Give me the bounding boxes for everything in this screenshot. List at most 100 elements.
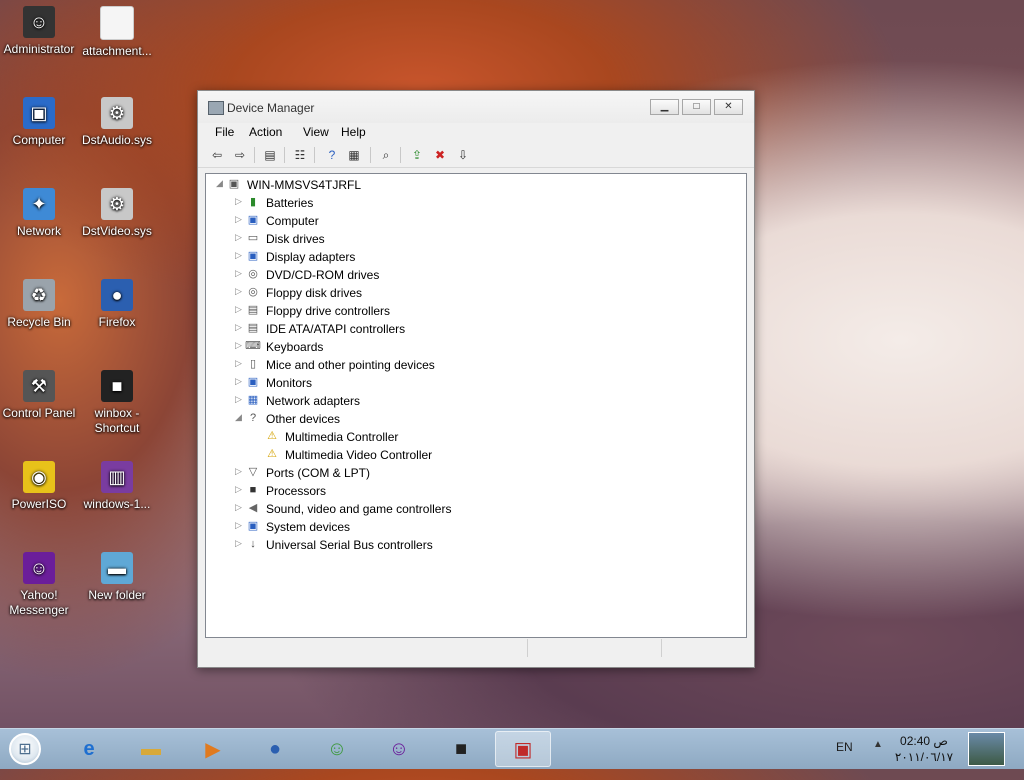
collapsed-arrow-icon[interactable]: ▷ bbox=[235, 250, 243, 261]
port-icon: ▽ bbox=[248, 466, 258, 478]
winbox-icon: ■ bbox=[454, 737, 468, 760]
windows-logo-icon: ⊞ bbox=[9, 733, 41, 765]
disable-device-icon[interactable]: ⇩ bbox=[455, 147, 471, 163]
toolbar: ⇦ ⇨ ▤ ☷ ? ▦ ⌕ ⇪ ✖ ⇩ bbox=[198, 143, 754, 168]
action-pane-icon[interactable]: ▦ bbox=[346, 147, 362, 163]
desktop-icon-new-folder[interactable]: ▬ New folder bbox=[78, 552, 156, 603]
desktop-icon-label: windows-1... bbox=[83, 497, 151, 511]
clock[interactable]: 02:40 ص ٢٠١١/٠٦/١٧ bbox=[884, 733, 964, 765]
show-hide-console-tree-icon[interactable]: ▤ bbox=[262, 147, 278, 163]
forward-arrow-icon[interactable]: ⇨ bbox=[232, 147, 248, 163]
help-icon[interactable]: ? bbox=[324, 147, 340, 163]
menu-action[interactable]: Action bbox=[249, 125, 282, 139]
collapsed-arrow-icon[interactable]: ▷ bbox=[235, 502, 243, 513]
tree-item-label: Display adapters bbox=[266, 250, 356, 264]
properties-icon[interactable]: ☷ bbox=[292, 147, 308, 163]
tree-item-label: Mice and other pointing devices bbox=[266, 358, 435, 372]
scan-hardware-icon[interactable]: ⌕ bbox=[378, 147, 394, 163]
show-desktop-button[interactable] bbox=[968, 732, 1005, 766]
desktop-icon-administrator[interactable]: ☺ Administrator bbox=[0, 6, 78, 57]
desktop-icon-dstaudio-sys[interactable]: ⚙ DstAudio.sys bbox=[78, 97, 156, 148]
collapsed-arrow-icon[interactable]: ▷ bbox=[235, 538, 243, 549]
people-icon: ☺ bbox=[326, 737, 348, 760]
desktop-icon-label: attachment... bbox=[82, 44, 152, 58]
desktop-icon-label: DstAudio.sys bbox=[81, 133, 153, 147]
menu-help[interactable]: Help bbox=[341, 125, 366, 139]
maximize-button[interactable]: □ bbox=[682, 99, 711, 115]
expanded-arrow-icon[interactable]: ◢ bbox=[216, 178, 224, 189]
taskbar-messenger-button[interactable]: ☺ bbox=[309, 731, 365, 767]
title-bar[interactable]: Device Manager ▁ □ ✕ bbox=[198, 91, 754, 123]
language-indicator[interactable]: EN bbox=[836, 740, 853, 780]
expanded-arrow-icon[interactable]: ◢ bbox=[235, 412, 243, 423]
tree-item-label: Multimedia Video Controller bbox=[285, 448, 433, 462]
tree-item-label: Batteries bbox=[266, 196, 314, 210]
tree-item-label: System devices bbox=[266, 520, 351, 534]
file-icon bbox=[100, 6, 134, 40]
desktop-icon-attachment[interactable]: attachment... bbox=[78, 6, 156, 59]
collapsed-arrow-icon[interactable]: ▷ bbox=[235, 232, 243, 243]
collapsed-arrow-icon[interactable]: ▷ bbox=[235, 358, 243, 369]
tree-item-label: Floppy drive controllers bbox=[266, 304, 391, 318]
desktop-icon-yahoo-messenger[interactable]: ☺ Yahoo! Messenger bbox=[0, 552, 78, 618]
window-title: Device Manager bbox=[227, 101, 315, 115]
collapsed-arrow-icon[interactable]: ▷ bbox=[235, 484, 243, 495]
desktop-icon-firefox[interactable]: ● Firefox bbox=[78, 279, 156, 330]
show-hidden-icons-icon[interactable]: ▲ bbox=[873, 739, 883, 779]
collapsed-arrow-icon[interactable]: ▷ bbox=[235, 466, 243, 477]
desktop-icon-control-panel[interactable]: ⚒ Control Panel bbox=[0, 370, 78, 421]
taskbar-file-explorer-button[interactable]: ▬ bbox=[123, 731, 179, 767]
collapsed-arrow-icon[interactable]: ▷ bbox=[235, 322, 243, 333]
uninstall-device-icon[interactable]: ✖ bbox=[432, 147, 448, 163]
tree-item-label: Other devices bbox=[266, 412, 341, 426]
battery-icon: ▮ bbox=[249, 196, 257, 208]
menu-view[interactable]: View bbox=[303, 125, 329, 139]
tree-item-label: Keyboards bbox=[266, 340, 324, 354]
taskbar-firefox-button[interactable]: ● bbox=[247, 731, 303, 767]
taskbar-device-manager-button[interactable]: ▣ bbox=[495, 731, 551, 767]
collapsed-arrow-icon[interactable]: ▷ bbox=[235, 520, 243, 531]
collapsed-arrow-icon[interactable]: ▷ bbox=[235, 376, 243, 387]
mouse-icon: ▯ bbox=[249, 358, 257, 370]
gear-file-icon: ⚙ bbox=[101, 97, 133, 129]
desktop-icon-winbox-shortcut[interactable]: ■ winbox - Shortcut bbox=[78, 370, 156, 436]
desktop-icon-label: New folder bbox=[88, 588, 146, 602]
desktop-icon-windows-1[interactable]: ▥ windows-1... bbox=[78, 461, 156, 512]
taskbar-media-player-button[interactable]: ▶ bbox=[185, 731, 241, 767]
collapsed-arrow-icon[interactable]: ▷ bbox=[235, 286, 243, 297]
recycle-bin-icon: ♻ bbox=[23, 279, 55, 311]
firefox-icon: ● bbox=[101, 279, 133, 311]
warning-device-icon: ⚠ bbox=[267, 430, 277, 442]
start-button[interactable]: ⊞ bbox=[5, 732, 45, 766]
desktop-icon-network[interactable]: ✦ Network bbox=[0, 188, 78, 239]
floppy-controller-icon: ▤ bbox=[247, 304, 259, 316]
tree-item-label: DVD/CD-ROM drives bbox=[266, 268, 380, 282]
back-arrow-icon[interactable]: ⇦ bbox=[209, 147, 225, 163]
desktop-icon-recycle-bin[interactable]: ♻ Recycle Bin bbox=[0, 279, 78, 330]
taskbar-winbox-button[interactable]: ■ bbox=[433, 731, 489, 767]
folder-icon: ▬ bbox=[101, 552, 133, 584]
menu-file[interactable]: File bbox=[215, 125, 234, 139]
device-tree[interactable]: ◢ ▣ WIN-MMSVS4TJRFL ▷ ▮ Batteries ▷ ▣ Computer ▷ ▭… bbox=[205, 173, 747, 638]
collapsed-arrow-icon[interactable]: ▷ bbox=[235, 214, 243, 225]
minimize-button[interactable]: ▁ bbox=[650, 99, 679, 115]
close-button[interactable]: ✕ bbox=[714, 99, 743, 115]
tree-item-label: Monitors bbox=[266, 376, 313, 390]
media-player-icon: ▶ bbox=[205, 738, 221, 761]
collapsed-arrow-icon[interactable]: ▷ bbox=[235, 340, 243, 351]
desktop-icon-label: Administrator bbox=[3, 42, 75, 56]
sound-icon: ◀ bbox=[248, 502, 258, 514]
collapsed-arrow-icon[interactable]: ▷ bbox=[235, 268, 243, 279]
yahoo-messenger-icon: ☺ bbox=[23, 552, 55, 584]
taskbar-internet-explorer-button[interactable]: e bbox=[61, 731, 117, 767]
desktop-icon-label: Computer bbox=[12, 133, 66, 147]
taskbar-yahoo-messenger-button[interactable]: ☺ bbox=[371, 731, 427, 767]
collapsed-arrow-icon[interactable]: ▷ bbox=[235, 394, 243, 405]
collapsed-arrow-icon[interactable]: ▷ bbox=[235, 196, 243, 207]
update-driver-icon[interactable]: ⇪ bbox=[409, 147, 425, 163]
keyboard-icon: ⌨ bbox=[245, 340, 261, 352]
desktop-icon-dstvideo-sys[interactable]: ⚙ DstVideo.sys bbox=[78, 188, 156, 239]
desktop-icon-computer[interactable]: ▣ Computer bbox=[0, 97, 78, 148]
collapsed-arrow-icon[interactable]: ▷ bbox=[235, 304, 243, 315]
desktop-icon-poweriso[interactable]: ◉ PowerISO bbox=[0, 461, 78, 512]
